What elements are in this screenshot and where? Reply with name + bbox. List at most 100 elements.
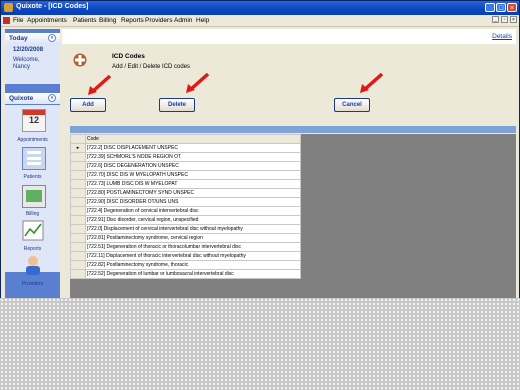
collapse-nav-icon[interactable]: « [48,94,56,102]
table-row[interactable]: [722.70] DISC DIS W MYELOPATH UNSPEC [70,170,301,180]
table-row[interactable]: [722.90] DISC DISORDER OT/UNS UNS [70,197,301,207]
cancel-button[interactable]: Cancel [334,98,370,112]
row-selector[interactable] [70,215,86,225]
today-panel: 12/20/2008 Welcome, Nancy [5,44,60,84]
table-row[interactable]: [722.51] Degeneration of thoracic or tho… [70,242,301,252]
icd-grid: Code ▸ [722.2] DISC DISPLACEMENT UNSPEC [7… [70,134,516,299]
arrow-to-cancel-icon [360,72,384,93]
row-selector[interactable] [70,242,86,252]
calendar-icon[interactable]: 12 [22,109,46,132]
mdi-restore-icon[interactable]: ▫ [501,16,508,23]
table-row[interactable]: [722.81] Postlaminectomy syndrome, cervi… [70,233,301,243]
patients-icon[interactable] [22,147,46,170]
table-row[interactable]: [722.39] SCHMORL'S NODE REGION OT [70,152,301,162]
form-area: ICD Codes Add / Edit / Delete ICD codes … [62,44,516,299]
table-row[interactable]: [722.73] LUMB DISC DIS W MYELOPAT [70,179,301,189]
content-area: Details ICD Codes Add / Edit / Delete IC… [62,29,516,299]
page-subtitle: Add / Edit / Delete ICD codes [112,64,191,70]
left-pane: Today « 12/20/2008 Welcome, Nancy Quixot… [5,29,60,299]
medical-icon [73,53,87,67]
cropped-background [0,298,520,390]
table-row[interactable]: ▸ [722.2] DISC DISPLACEMENT UNSPEC [70,143,301,153]
code-cell[interactable]: [722.81] Postlaminectomy syndrome, cervi… [85,233,301,243]
code-cell[interactable]: [722.70] DISC DIS W MYELOPATH UNSPEC [85,170,301,180]
mdi-minimize-icon[interactable]: _ [492,16,499,23]
app-icon [4,3,13,12]
menu-admin[interactable]: Admin [174,17,192,24]
document-icon [3,17,10,24]
row-selector[interactable] [70,179,86,189]
nav-reports[interactable]: Reports [5,246,60,252]
title-bar: Quixote - [ICD Codes] _ □ × [1,1,519,15]
code-cell[interactable]: [722.91] Disc disorder, cervical region,… [85,215,301,225]
today-date: 12/20/2008 [13,47,44,53]
table-row[interactable]: [722.52] Degeneration of lumbar or lumbo… [70,269,301,279]
providers-icon[interactable] [22,255,44,276]
delete-button[interactable]: Delete [159,98,195,112]
code-cell[interactable]: [722.6] DISC DEGENERATION UNSPEC [85,161,301,171]
row-selector[interactable] [70,206,86,216]
column-header-code[interactable]: Code [85,134,301,144]
mdi-close-icon[interactable]: × [510,16,517,23]
today-header: Today « [5,33,60,44]
row-selector[interactable] [70,197,86,207]
welcome-text: Welcome, [13,57,40,63]
code-cell[interactable]: [722.80] POSTLAMINECTOMY SYND UNSPEC [85,188,301,198]
code-cell[interactable]: [722.4] Degeneration of cervical interve… [85,206,301,216]
nav-appointments[interactable]: Appointments [5,137,60,143]
table-row[interactable]: [722.4] Degeneration of cervical interve… [70,206,301,216]
menu-billing[interactable]: Billing [99,17,116,24]
row-selector[interactable] [70,161,86,171]
menu-patients[interactable]: Patients [73,17,97,24]
maximize-icon[interactable]: □ [496,3,506,12]
nav-patients[interactable]: Patients [5,174,60,180]
table-row[interactable]: [722.91] Disc disorder, cervical region,… [70,215,301,225]
icd-table: Code ▸ [722.2] DISC DISPLACEMENT UNSPEC [7… [70,134,301,279]
table-row[interactable]: [722.0] Displacement of cervical interve… [70,224,301,234]
code-cell[interactable]: [722.52] Degeneration of lumbar or lumbo… [85,269,301,279]
reports-icon[interactable] [22,220,44,241]
add-button[interactable]: Add [70,98,106,112]
row-selector[interactable] [70,170,86,180]
user-name: Nancy [13,64,31,70]
minimize-icon[interactable]: _ [485,3,495,12]
menu-providers[interactable]: Providers [145,17,172,24]
row-selector[interactable] [70,269,86,279]
code-cell[interactable]: [722.11] Displacement of thoracic interv… [85,251,301,261]
menu-reports[interactable]: Reports [121,17,144,24]
collapse-today-icon[interactable]: « [48,34,56,42]
app-window: Quixote - [ICD Codes] _ □ × File Appoint… [0,0,520,300]
row-selector[interactable] [70,224,86,234]
menu-file[interactable]: File [13,17,23,24]
table-row[interactable]: [722.11] Displacement of thoracic interv… [70,251,301,261]
code-cell[interactable]: [722.82] Postlaminectomy syndrome, thora… [85,260,301,270]
close-icon[interactable]: × [507,3,517,12]
menu-help[interactable]: Help [196,17,209,24]
details-link[interactable]: Details [492,33,512,40]
row-selector[interactable] [70,251,86,261]
table-row[interactable]: [722.6] DISC DEGENERATION UNSPEC [70,161,301,171]
arrow-to-delete-icon [186,72,210,93]
menu-appointments[interactable]: Appointments [27,17,67,24]
code-cell[interactable]: [722.90] DISC DISORDER OT/UNS UNS [85,197,301,207]
row-selector[interactable] [70,188,86,198]
current-row-indicator[interactable]: ▸ [70,143,86,153]
code-cell[interactable]: [722.73] LUMB DISC DIS W MYELOPAT [85,179,301,189]
billing-icon[interactable] [22,185,46,208]
row-selector[interactable] [70,260,86,270]
code-cell[interactable]: [722.51] Degeneration of thoracic or tho… [85,242,301,252]
table-row[interactable]: [722.80] POSTLAMINECTOMY SYND UNSPEC [70,188,301,198]
code-cell[interactable]: [722.0] Displacement of cervical interve… [85,224,301,234]
nav-billing[interactable]: Billing [5,211,60,217]
menu-bar: File Appointments Patients Billing Repor… [1,15,519,27]
table-row[interactable]: [722.82] Postlaminectomy syndrome, thora… [70,260,301,270]
row-header-corner [70,134,86,144]
nav-panel: 12 Appointments Patients Billing Reports [5,105,60,287]
page-title: ICD Codes [112,53,145,60]
code-cell[interactable]: [722.2] DISC DISPLACEMENT UNSPEC [85,143,301,153]
window-title: Quixote - [ICD Codes] [16,3,89,10]
nav-providers[interactable]: Providers [5,281,60,287]
row-selector[interactable] [70,233,86,243]
row-selector[interactable] [70,152,86,162]
code-cell[interactable]: [722.39] SCHMORL'S NODE REGION OT [85,152,301,162]
